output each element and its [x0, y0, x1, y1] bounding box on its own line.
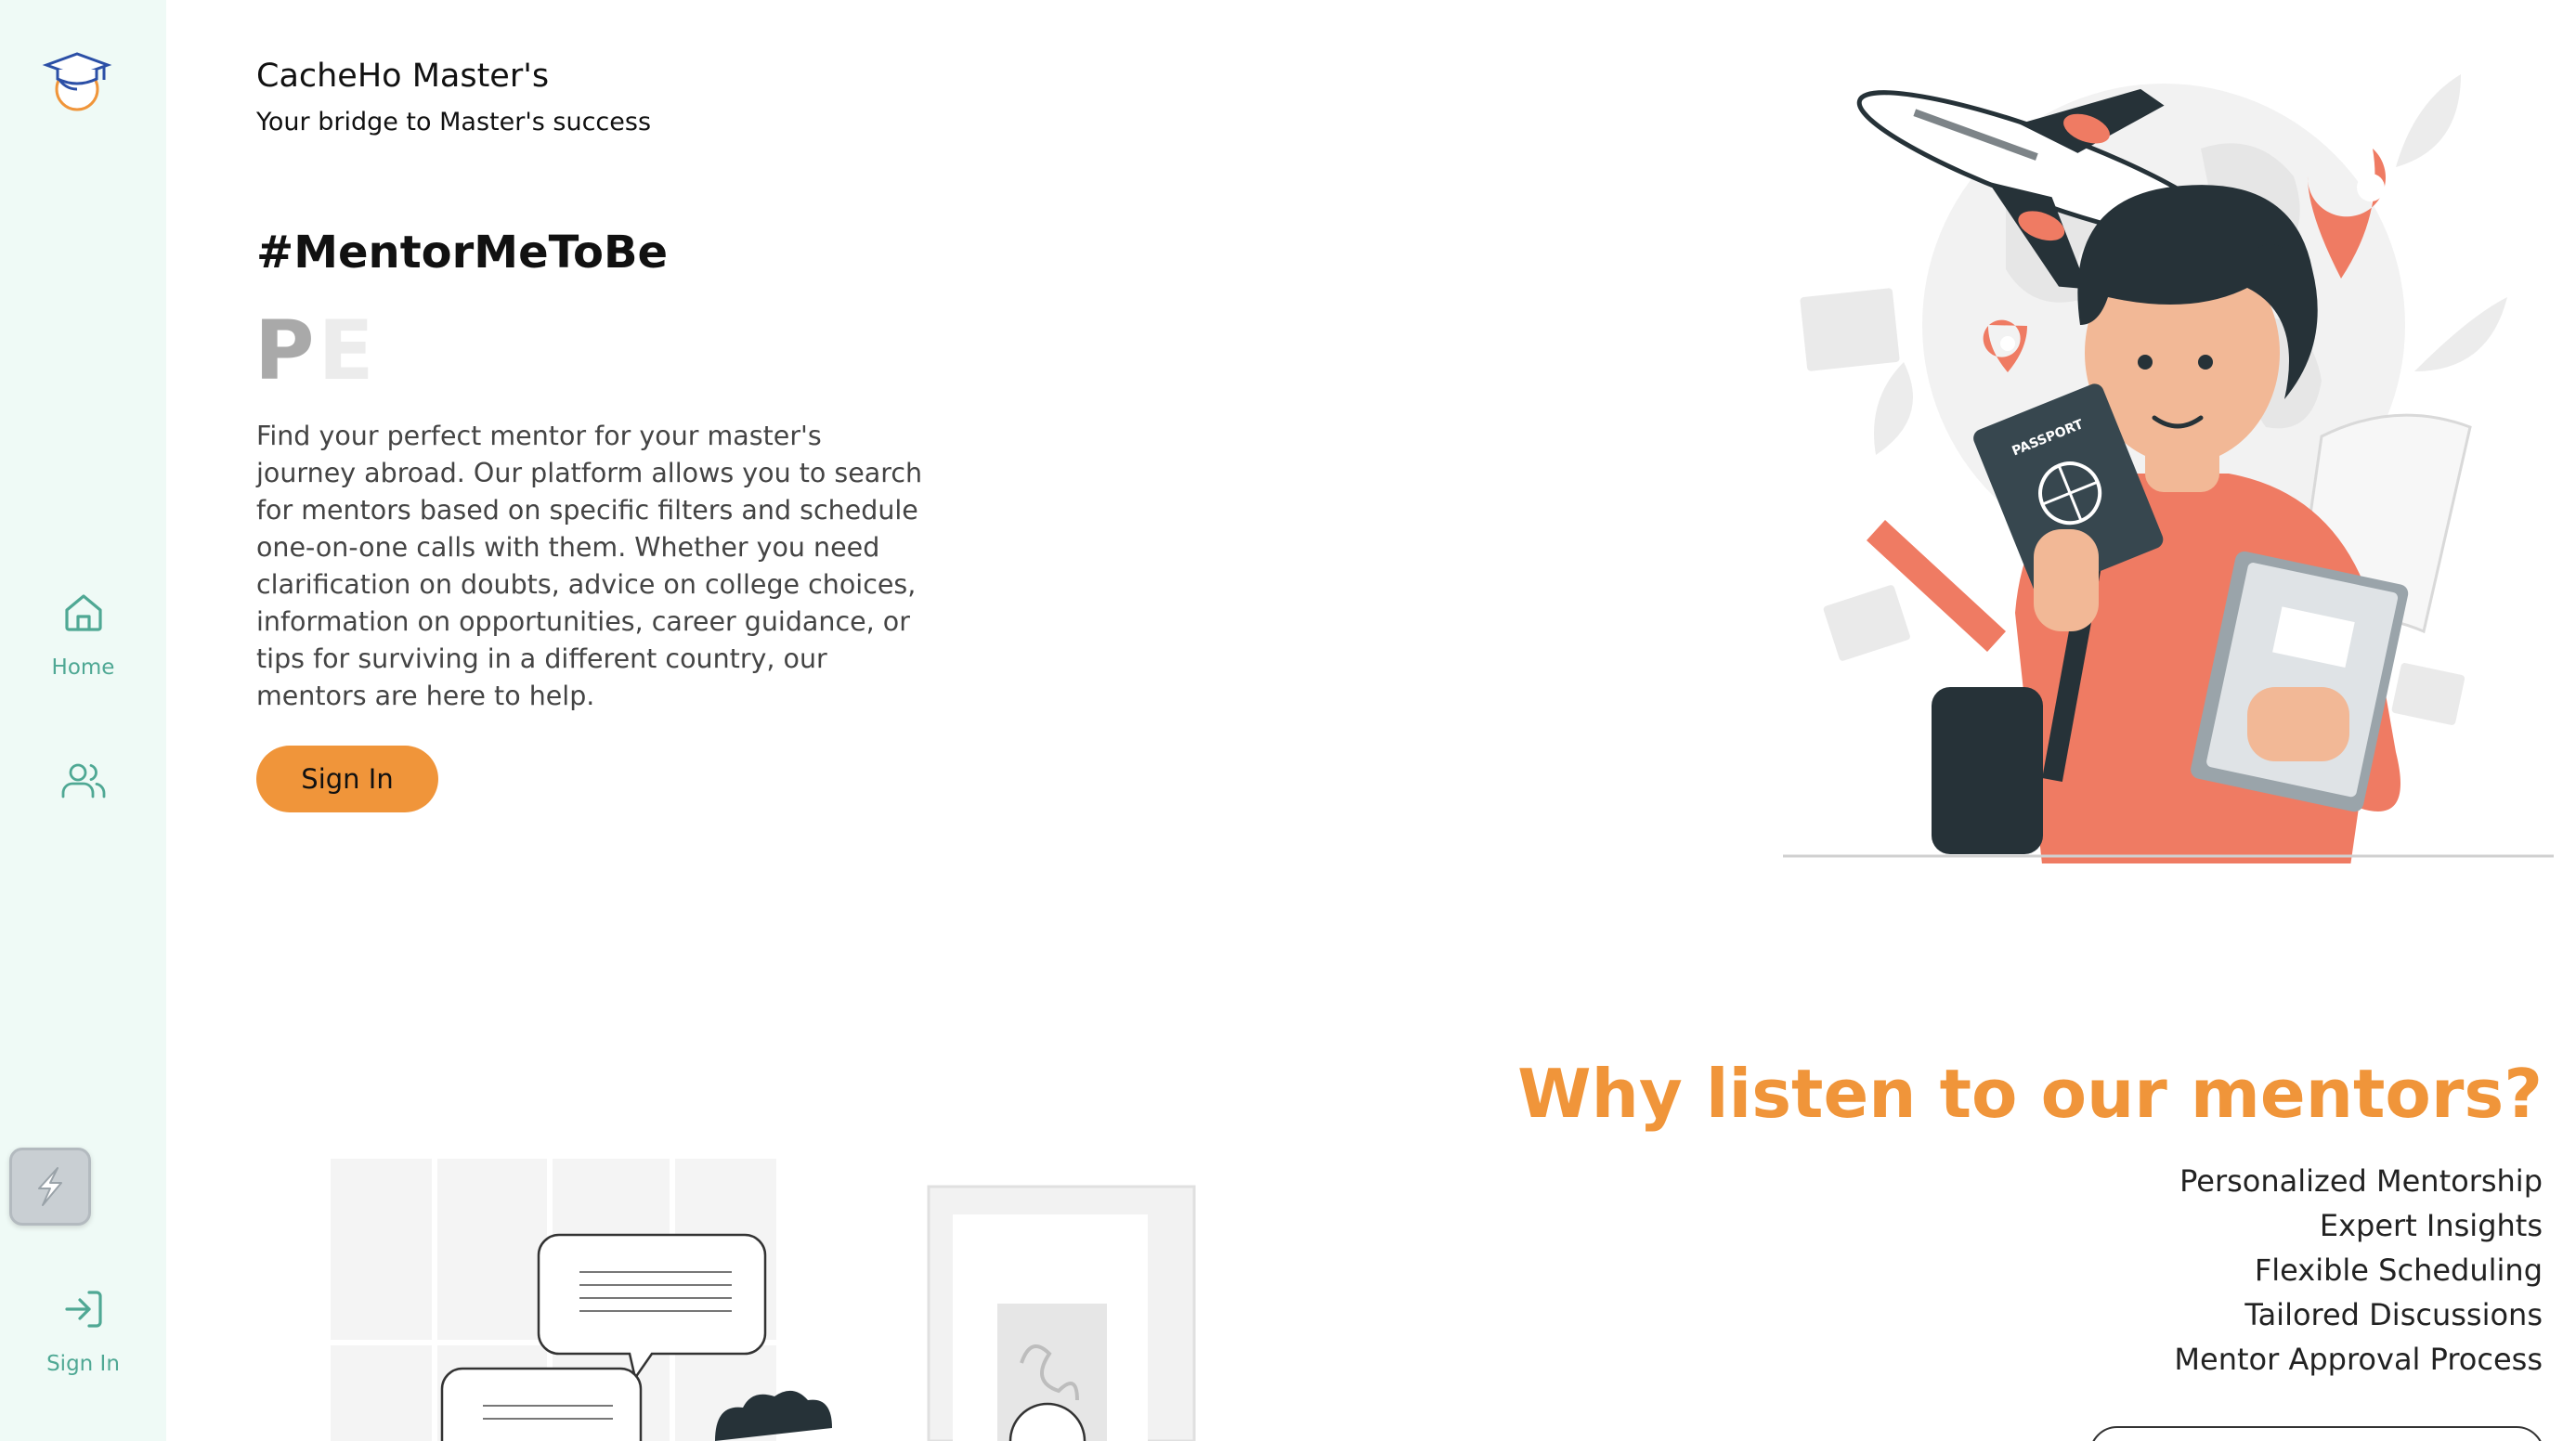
sidebar-item-label: Home	[51, 656, 115, 680]
why-point: Personalized Mentorship	[2179, 1163, 2543, 1199]
home-icon	[61, 591, 106, 639]
sidebar-item-sign-in[interactable]: Sign In	[0, 1287, 166, 1376]
hero-description: Find your perfect mentor for your master…	[256, 421, 923, 711]
student-travel-illustration: PASSPORT	[1764, 37, 2554, 873]
sidebar: Home Sign In	[0, 0, 166, 1441]
why-section-title: Why listen to our mentors?	[1517, 1055, 2543, 1133]
sign-in-icon	[61, 1287, 106, 1335]
chat-illustration	[316, 1149, 1207, 1441]
graduation-cap-logo-icon[interactable]	[41, 48, 113, 115]
app-badge-icon[interactable]	[9, 1148, 91, 1226]
typing-text-dark: P	[254, 303, 319, 398]
sidebar-item-mentors[interactable]	[0, 758, 166, 806]
sign-in-button[interactable]: Sign In	[256, 746, 438, 812]
sidebar-item-home[interactable]: Home	[0, 591, 166, 680]
hero-hashtag: #MentorMeToBe	[256, 227, 669, 279]
users-icon	[59, 758, 108, 806]
why-points-list: Personalized Mentorship Expert Insights …	[2174, 1159, 2543, 1382]
typing-text-light: E	[318, 303, 378, 398]
why-point: Expert Insights	[2319, 1208, 2543, 1243]
why-point: Mentor Approval Process	[2174, 1342, 2543, 1377]
sidebar-item-label: Sign In	[46, 1352, 120, 1376]
why-point: Tailored Discussions	[2244, 1297, 2543, 1332]
why-point: Flexible Scheduling	[2254, 1253, 2543, 1288]
why-section-button[interactable]	[2089, 1426, 2544, 1441]
brand-title: CacheHo Master's	[256, 58, 550, 95]
typing-text: PE	[254, 303, 378, 398]
brand-subtitle: Your bridge to Master's success	[256, 108, 652, 136]
